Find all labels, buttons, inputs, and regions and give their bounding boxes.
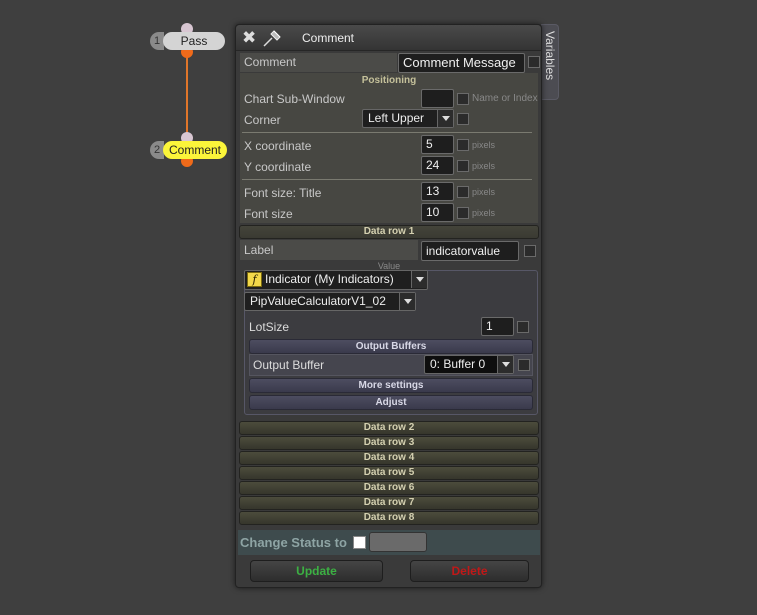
data-row-3-header[interactable]: Data row 3 [239,436,539,450]
font-size-checkbox[interactable] [457,207,469,219]
data-row-2-header[interactable]: Data row 2 [239,421,539,435]
x-coordinate-label: X coordinate [244,139,312,153]
chevron-down-icon [399,293,415,310]
output-buffer-label: Output Buffer [253,358,325,372]
output-buffer-checkbox[interactable] [518,359,530,371]
node-connector-line [186,50,188,142]
data-row-4-header[interactable]: Data row 4 [239,451,539,465]
data-row-8-header[interactable]: Data row 8 [239,511,539,525]
font-size-unit: pixels [472,208,496,218]
panel-title: Comment [302,31,355,45]
y-coordinate-unit: pixels [472,161,496,171]
chevron-down-icon [437,110,453,127]
corner-dropdown[interactable]: Left Upper [362,109,454,128]
data-row-5-header[interactable]: Data row 5 [239,466,539,480]
lot-size-checkbox[interactable] [517,321,529,333]
data-row-label-checkbox[interactable] [524,245,536,257]
divider [242,132,532,133]
update-button[interactable]: Update [250,560,383,582]
node-pass[interactable]: Pass [163,32,225,50]
pin-icon[interactable] [262,28,284,48]
comment-settings-panel: ✖ Comment Comment Comment Message Positi… [235,24,542,588]
font-size-title-input[interactable]: 13 [421,182,454,201]
data-row-6-header[interactable]: Data row 6 [239,481,539,495]
corner-label: Corner [244,113,281,127]
output-buffer-value: 0: Buffer 0 [430,357,486,371]
node-2-number: 2 [150,141,164,159]
more-settings-bar[interactable]: More settings [249,378,533,393]
sub-window-input[interactable] [421,89,454,108]
change-status-checkbox[interactable] [353,536,366,549]
x-coordinate-input[interactable]: 5 [421,135,454,154]
indicator-name-dropdown[interactable]: PipValueCalculatorV1_02 [244,292,416,311]
chevron-down-icon [497,356,513,373]
close-icon[interactable]: ✖ [242,28,256,48]
variables-tab[interactable]: Variables [541,24,559,100]
change-status-label: Change Status to [240,535,347,550]
node-1-number: 1 [150,32,164,50]
indicator-name-value: PipValueCalculatorV1_02 [250,294,386,308]
variables-tab-label: Variables [543,31,557,81]
function-icon: f [247,272,262,287]
panel-titlebar[interactable]: ✖ Comment [236,25,541,51]
font-size-title-label: Font size: Title [244,186,322,200]
data-row-1-header[interactable]: Data row 1 [239,225,539,239]
delete-button[interactable]: Delete [410,560,529,582]
font-size-label: Font size [244,207,293,221]
divider [242,179,532,180]
adjust-bar[interactable]: Adjust [249,395,533,410]
font-size-title-unit: pixels [472,187,496,197]
output-buffer-dropdown[interactable]: 0: Buffer 0 [424,355,514,374]
output-buffers-header[interactable]: Output Buffers [249,339,533,354]
data-row-7-header[interactable]: Data row 7 [239,496,539,510]
chevron-down-icon [411,271,427,288]
sub-window-suffix: Name or Index [472,93,538,104]
comment-variable-checkbox[interactable] [528,56,540,68]
comment-label: Comment [244,55,297,69]
y-coordinate-checkbox[interactable] [457,160,469,172]
corner-value: Left Upper [368,111,425,125]
indicator-type-value: Indicator (My Indicators) [265,272,394,286]
indicator-type-dropdown[interactable]: f Indicator (My Indicators) [244,270,428,290]
y-coordinate-label: Y coordinate [244,160,312,174]
data-row-label-input[interactable]: indicatorvalue [421,241,519,261]
x-coordinate-unit: pixels [472,140,496,150]
comment-message-input[interactable]: Comment Message [398,53,525,73]
x-coordinate-checkbox[interactable] [457,139,469,151]
lot-size-input[interactable]: 1 [481,317,514,336]
change-status-select[interactable] [369,532,427,552]
corner-checkbox[interactable] [457,113,469,125]
font-size-input[interactable]: 10 [421,203,454,222]
sub-window-label: Chart Sub-Window [244,92,345,106]
node-comment[interactable]: Comment [163,141,227,159]
data-row-label-label: Label [244,243,274,257]
font-size-title-checkbox[interactable] [457,186,469,198]
y-coordinate-input[interactable]: 24 [421,156,454,175]
lot-size-label: LotSize [249,320,290,334]
sub-window-checkbox[interactable] [457,93,469,105]
positioning-heading: Positioning [361,75,417,86]
